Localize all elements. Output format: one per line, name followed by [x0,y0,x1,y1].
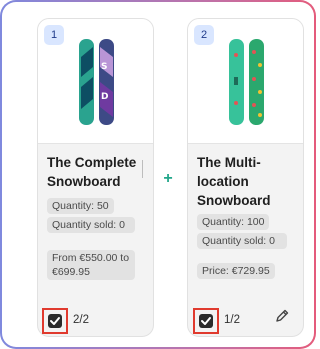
quantity-label: Quantity: 100 [197,214,270,230]
checkbox-checked[interactable] [48,314,62,328]
product-image: 1 S D [38,19,153,144]
quantity-sold-label: Quantity sold: 0 [197,233,287,249]
product-title: The Multi-location Snowboard [197,155,271,208]
svg-text:D: D [101,92,108,102]
checkmark-icon [50,317,60,325]
divider [142,160,143,178]
price-label: Price: €729.95 [197,263,275,279]
svg-text:S: S [101,62,107,72]
variant-count: 1/2 [224,314,240,326]
price-label: From €550.00 to €699.95 [47,250,135,280]
quantity-sold-label: Quantity sold: 0 [47,217,135,233]
checkmark-icon [201,317,211,325]
pencil-icon[interactable] [274,308,290,324]
product-image: 2 [188,19,303,144]
variant-count: 2/2 [73,314,89,326]
select-product-checkbox[interactable] [42,308,68,334]
position-badge: 2 [194,25,214,45]
plus-icon: + [163,170,173,187]
snowboard-image [229,39,264,125]
position-badge: 1 [44,25,64,45]
quantity-label: Quantity: 50 [47,198,114,214]
checkbox-checked[interactable] [199,314,213,328]
select-product-checkbox[interactable] [193,308,219,334]
product-title: The Complete Snowboard [47,155,137,189]
snowboard-image: S D [79,39,114,125]
